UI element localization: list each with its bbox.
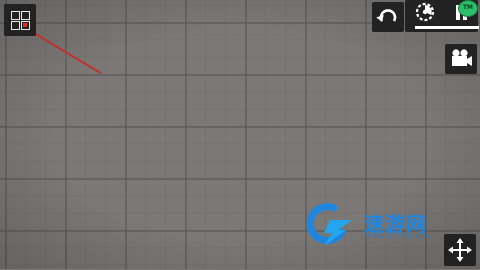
watermark-brand-text: 速游网 <box>364 212 427 236</box>
undo-button[interactable] <box>372 2 404 32</box>
undo-icon <box>376 9 397 22</box>
move-tool-button[interactable] <box>444 234 476 266</box>
watermark-url-text: WWW.SUYOU.COM <box>366 234 432 240</box>
slow-motion-button[interactable] <box>407 0 441 26</box>
slow-motion-icon <box>415 2 435 22</box>
camera-icon <box>452 49 472 66</box>
move-arrows-icon <box>448 238 472 262</box>
camera-button[interactable] <box>445 44 477 74</box>
g-lightning-logo <box>306 203 352 246</box>
site-watermark: 速游网 WWW.SUYOU.COM <box>300 200 442 250</box>
time-scale-bar <box>415 26 479 29</box>
mod-badge: TM <box>458 0 478 17</box>
spawn-menu-button[interactable] <box>4 4 36 36</box>
